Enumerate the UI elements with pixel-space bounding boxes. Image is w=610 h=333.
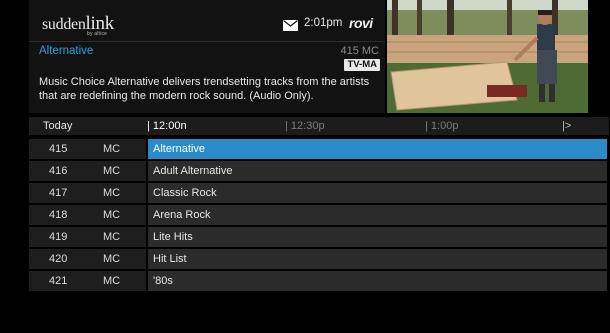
program-cell[interactable]: Arena Rock	[148, 205, 607, 225]
channel-cell: 420 MC	[29, 249, 146, 269]
program-cell[interactable]: Hit List	[148, 249, 607, 269]
guide-row-418[interactable]: 418 MC Arena Rock	[29, 205, 609, 225]
program-description: Music Choice Alternative delivers trends…	[39, 76, 370, 102]
program-name: '80s	[153, 275, 173, 287]
channel-cell: 416 MC	[29, 161, 146, 181]
program-cell[interactable]: Classic Rock	[148, 183, 607, 203]
program-title: Alternative	[39, 45, 94, 57]
program-name: Arena Rock	[153, 209, 211, 221]
channel-cell: 419 MC	[29, 227, 146, 247]
channel-number: 415	[49, 143, 68, 155]
video-preview[interactable]	[387, 0, 588, 113]
channel-cell: 415 MC	[29, 139, 146, 159]
time-slot-3: | 1:00p	[425, 120, 459, 132]
channel-network: MC	[103, 253, 121, 265]
channel-number: 417	[49, 187, 68, 199]
program-name: Adult Alternative	[153, 165, 233, 177]
program-name: Classic Rock	[153, 187, 217, 199]
program-name: Lite Hits	[153, 231, 193, 243]
time-slot-2: | 12:30p	[285, 120, 325, 132]
tv-guide-screen: suddenlink by altice 2:01pm rovi Alterna…	[0, 0, 610, 333]
channel-network: MC	[103, 143, 121, 155]
channel-network: MC	[103, 187, 121, 199]
mail-icon[interactable]	[283, 20, 298, 31]
time-slot-1: | 12:00n	[147, 120, 187, 132]
chevron-right-icon[interactable]: |>	[562, 120, 571, 132]
channel-number: 420	[49, 253, 68, 265]
channel-number: 421	[49, 275, 68, 287]
channel-network: MC	[103, 209, 121, 221]
guide-row-416[interactable]: 416 MC Adult Alternative	[29, 161, 609, 181]
program-cell[interactable]: Lite Hits	[148, 227, 607, 247]
rovi-logo: rovi	[349, 15, 373, 31]
channel-number: 416	[49, 165, 68, 177]
today-label: Today	[43, 120, 73, 132]
clock: 2:01pm	[304, 17, 343, 29]
channel-cell: 421 MC	[29, 271, 146, 291]
channel-cell: 417 MC	[29, 183, 146, 203]
time-bar: Today | 12:00n | 12:30p | 1:00p |>	[29, 117, 609, 135]
channel-network: MC	[103, 275, 121, 287]
program-cell[interactable]: Alternative	[148, 139, 607, 159]
program-cell[interactable]: Adult Alternative	[148, 161, 607, 181]
guide-row-415[interactable]: 415 MC Alternative	[29, 139, 609, 159]
program-cell[interactable]: '80s	[148, 271, 607, 291]
channel-cell: 418 MC	[29, 205, 146, 225]
guide-row-417[interactable]: 417 MC Classic Rock	[29, 183, 609, 203]
guide-row-420[interactable]: 420 MC Hit List	[29, 249, 609, 269]
program-name: Alternative	[153, 143, 205, 155]
guide-row-421[interactable]: 421 MC '80s	[29, 271, 609, 291]
divider	[29, 41, 385, 42]
guide-row-419[interactable]: 419 MC Lite Hits	[29, 227, 609, 247]
info-panel: suddenlink by altice 2:01pm rovi Alterna…	[29, 0, 385, 113]
program-name: Hit List	[153, 253, 187, 265]
channel-network: MC	[103, 231, 121, 243]
channel-network: MC	[103, 165, 121, 177]
logo-subtitle: by altice	[87, 31, 108, 37]
channel-number: 419	[49, 231, 68, 243]
channel-number: 418	[49, 209, 68, 221]
channel-info: 415 MC	[340, 45, 379, 57]
rating-badge: TV-MA	[344, 59, 380, 71]
